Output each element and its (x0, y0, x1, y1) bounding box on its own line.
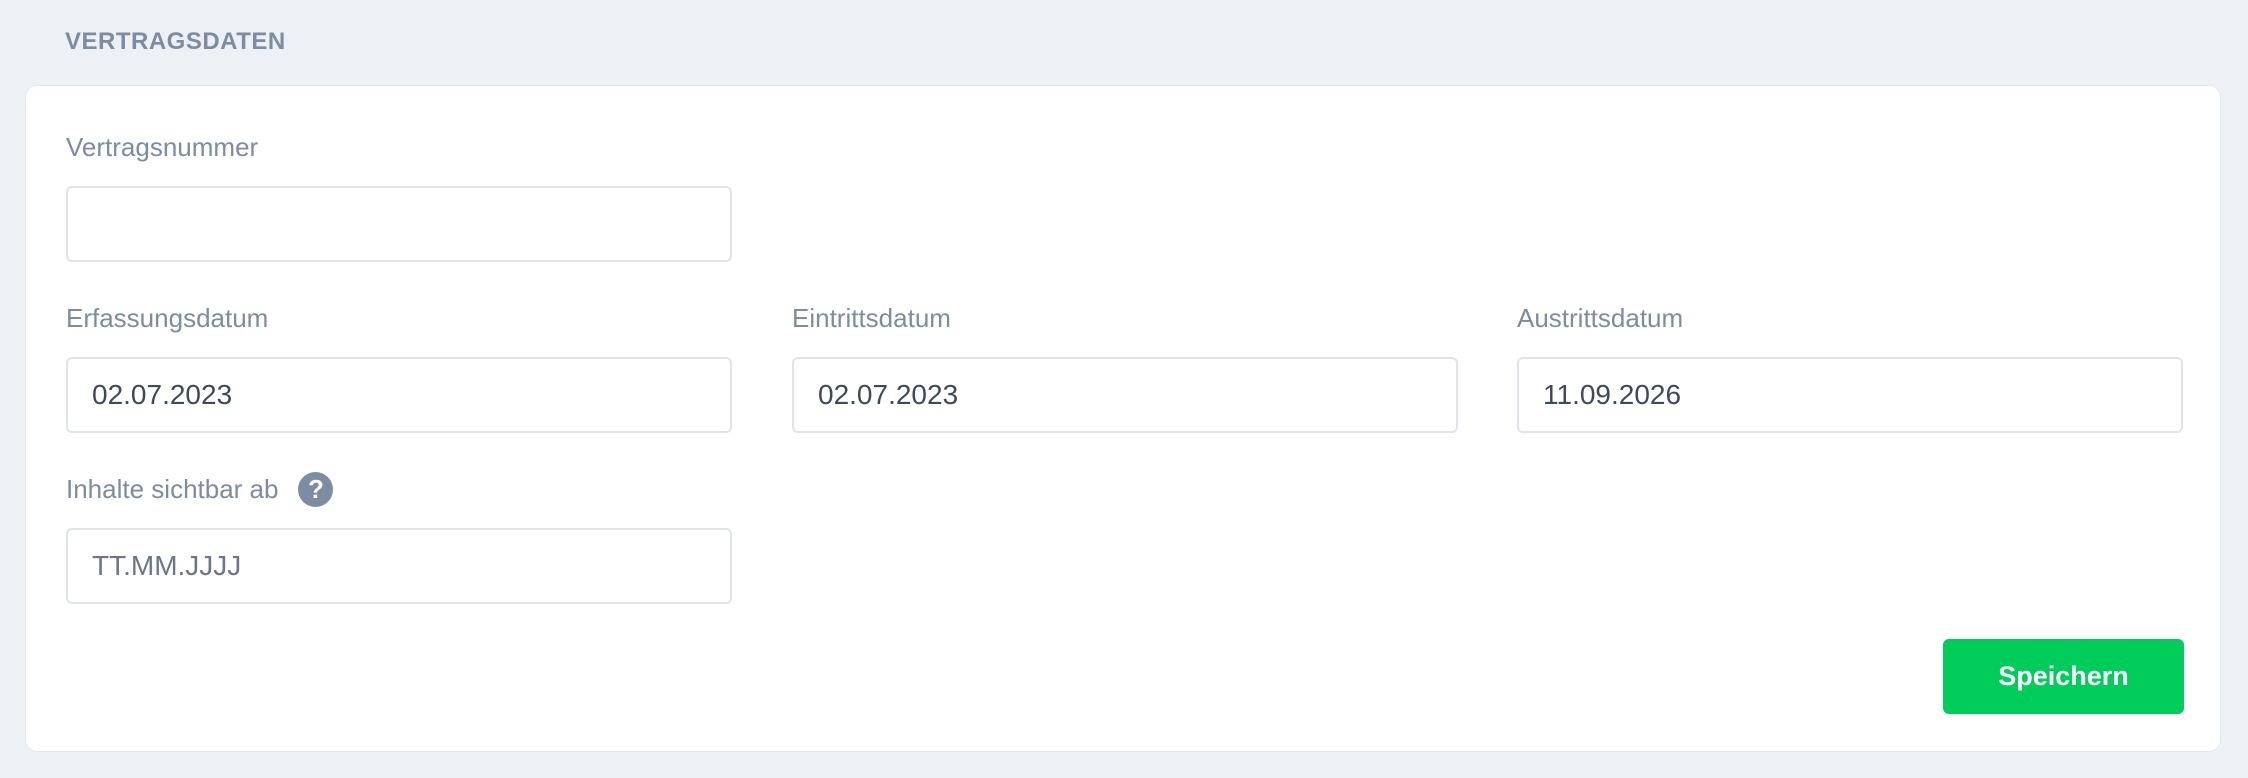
content-visible-from-label: Inhalte sichtbar ab (66, 473, 279, 504)
contract-data-card: Vertragsnummer Erfassungsdatum Eintritts… (25, 85, 2221, 752)
capture-date-label: Erfassungsdatum (66, 302, 269, 333)
capture-date-field: Erfassungsdatum (66, 301, 732, 433)
capture-date-input[interactable] (66, 357, 732, 433)
content-visible-from-label-row: Inhalte sichtbar ab ? (66, 471, 334, 507)
contract-number-label: Vertragsnummer (66, 131, 259, 162)
entry-date-field: Eintrittsdatum (792, 301, 1458, 433)
save-button[interactable]: Speichern (1943, 639, 2184, 714)
exit-date-field: Austrittsdatum (1517, 301, 2183, 433)
entry-date-label: Eintrittsdatum (792, 302, 951, 333)
section-title: VERTRAGSDATEN (65, 28, 286, 55)
content-visible-from-field: Inhalte sichtbar ab ? (66, 471, 732, 604)
contract-number-field: Vertragsnummer (66, 130, 732, 262)
contract-number-input[interactable] (66, 186, 732, 262)
content-visible-from-input[interactable] (66, 528, 732, 604)
question-circle-icon[interactable]: ? (298, 471, 334, 507)
entry-date-input[interactable] (792, 357, 1458, 433)
exit-date-label: Austrittsdatum (1517, 302, 1684, 333)
exit-date-input[interactable] (1517, 357, 2183, 433)
